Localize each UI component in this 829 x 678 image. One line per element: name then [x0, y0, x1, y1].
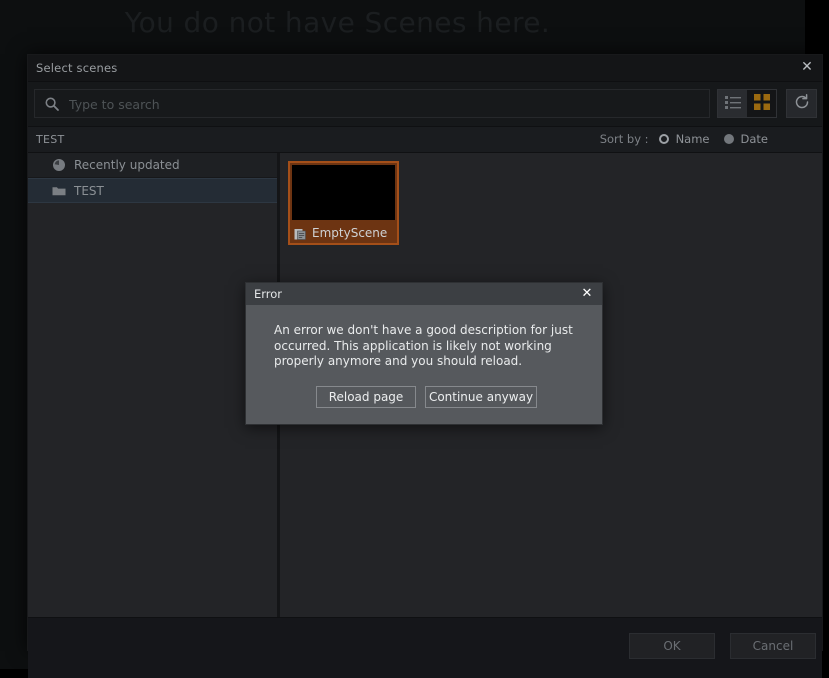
refresh-button[interactable] — [786, 89, 817, 118]
sort-by-label: Sort by : — [599, 132, 649, 146]
sort-option-date-label: Date — [740, 132, 769, 146]
error-dialog-title: Error — [254, 287, 283, 301]
sort-option-name[interactable]: Name — [658, 132, 710, 146]
sort-by-group: Sort by : Name Date — [600, 132, 782, 146]
empty-state-text: You do not have Scenes here. — [124, 6, 551, 39]
tree-item-label: TEST — [74, 183, 104, 198]
cancel-button[interactable]: Cancel — [730, 633, 816, 659]
scene-item-label: EmptyScene — [312, 225, 388, 240]
scene-file-icon — [294, 226, 307, 240]
folder-icon — [52, 184, 66, 198]
list-view-icon — [724, 94, 741, 113]
tree-item-label: Recently updated — [74, 158, 180, 172]
close-icon[interactable]: ✕ — [578, 285, 596, 303]
close-icon[interactable]: ✕ — [797, 57, 817, 77]
view-toggle-group — [717, 89, 777, 118]
list-view-button[interactable] — [718, 90, 747, 117]
panel-title: Select scenes — [36, 61, 118, 75]
error-dialog: Error ✕ An error we don't have a good de… — [245, 282, 603, 425]
continue-anyway-button[interactable]: Continue anyway — [425, 386, 537, 408]
tree-item-test[interactable]: TEST — [28, 178, 277, 203]
subheader-row: TEST Sort by : Name Date — [28, 127, 822, 153]
radio-name-icon — [658, 134, 669, 144]
error-dialog-message: An error we don't have a good descriptio… — [274, 323, 573, 368]
sort-option-name-label: Name — [675, 132, 710, 146]
search-icon — [44, 96, 60, 112]
grid-view-icon — [753, 93, 770, 114]
refresh-icon — [793, 93, 811, 115]
scene-item-emptyscene[interactable]: EmptyScene — [288, 161, 399, 245]
ok-button[interactable]: OK — [629, 633, 715, 659]
tree-item-recently-updated[interactable]: Recently updated — [28, 153, 277, 178]
sort-option-date[interactable]: Date — [723, 132, 769, 146]
error-dialog-titlebar: Error ✕ — [246, 283, 602, 305]
breadcrumb: TEST — [36, 133, 65, 146]
scene-item-label-row: EmptyScene — [290, 222, 397, 243]
search-input[interactable] — [67, 90, 701, 119]
grid-view-button[interactable] — [747, 90, 776, 117]
search-toolbar — [28, 82, 822, 127]
radio-date-icon — [723, 134, 734, 144]
search-field-wrapper[interactable] — [34, 89, 710, 119]
reload-page-button[interactable]: Reload page — [316, 386, 416, 408]
clock-icon — [52, 158, 66, 172]
folder-tree-panel: Recently updated TEST — [28, 153, 278, 617]
panel-titlebar: Select scenes ✕ — [28, 55, 822, 82]
scene-thumbnail — [292, 165, 395, 220]
